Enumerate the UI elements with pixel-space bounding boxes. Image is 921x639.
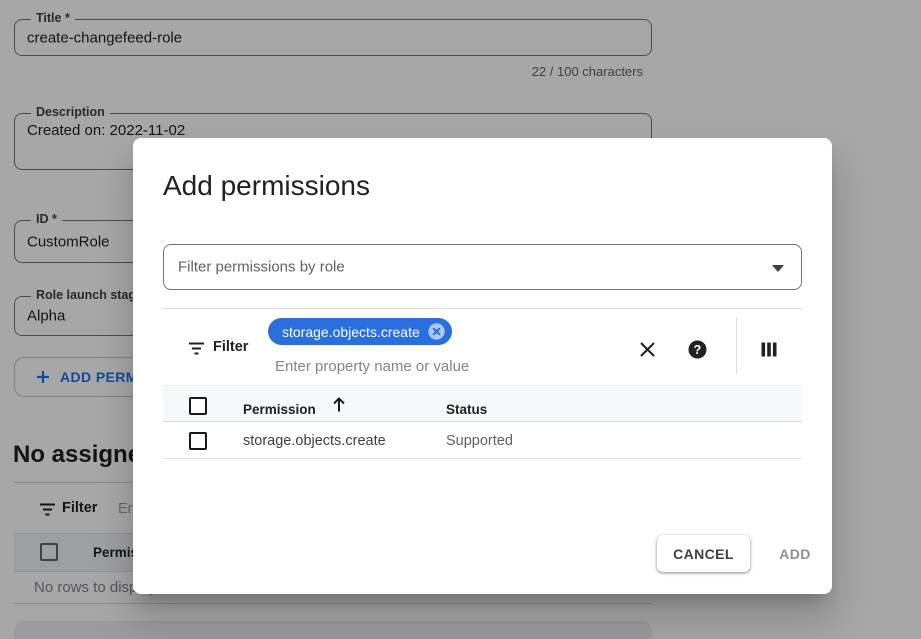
divider bbox=[736, 318, 737, 374]
sort-ascending-icon[interactable] bbox=[331, 396, 347, 413]
dialog-filter-label: Filter bbox=[213, 339, 248, 355]
chevron-down-icon bbox=[772, 265, 784, 272]
row-permission-value: storage.objects.create bbox=[243, 433, 386, 449]
dialog-filter-input[interactable]: Enter property name or value bbox=[275, 358, 469, 375]
divider bbox=[163, 308, 802, 309]
filter-chip-label: storage.objects.create bbox=[282, 324, 420, 340]
row-status-value: Supported bbox=[446, 433, 513, 449]
filter-icon bbox=[188, 341, 205, 356]
clear-filter-button[interactable] bbox=[634, 336, 660, 362]
permission-column-header[interactable]: Permission bbox=[243, 402, 316, 417]
svg-text:?: ? bbox=[693, 343, 701, 357]
add-permissions-dialog: Add permissions Filter permissions by ro… bbox=[133, 138, 832, 594]
filter-chip[interactable]: storage.objects.create bbox=[268, 318, 452, 345]
chip-remove-icon[interactable] bbox=[427, 322, 446, 341]
column-display-options-button[interactable] bbox=[756, 336, 782, 362]
row-checkbox[interactable] bbox=[189, 432, 207, 450]
status-column-header[interactable]: Status bbox=[446, 402, 487, 417]
filter-permissions-by-role-select[interactable]: Filter permissions by role bbox=[163, 244, 802, 290]
help-icon[interactable]: ? bbox=[684, 336, 710, 362]
dialog-title: Add permissions bbox=[163, 170, 370, 202]
select-all-checkbox[interactable] bbox=[189, 397, 207, 415]
cancel-button[interactable]: CANCEL bbox=[657, 535, 750, 572]
role-select-placeholder: Filter permissions by role bbox=[178, 259, 345, 276]
add-button[interactable]: ADD bbox=[766, 535, 824, 572]
